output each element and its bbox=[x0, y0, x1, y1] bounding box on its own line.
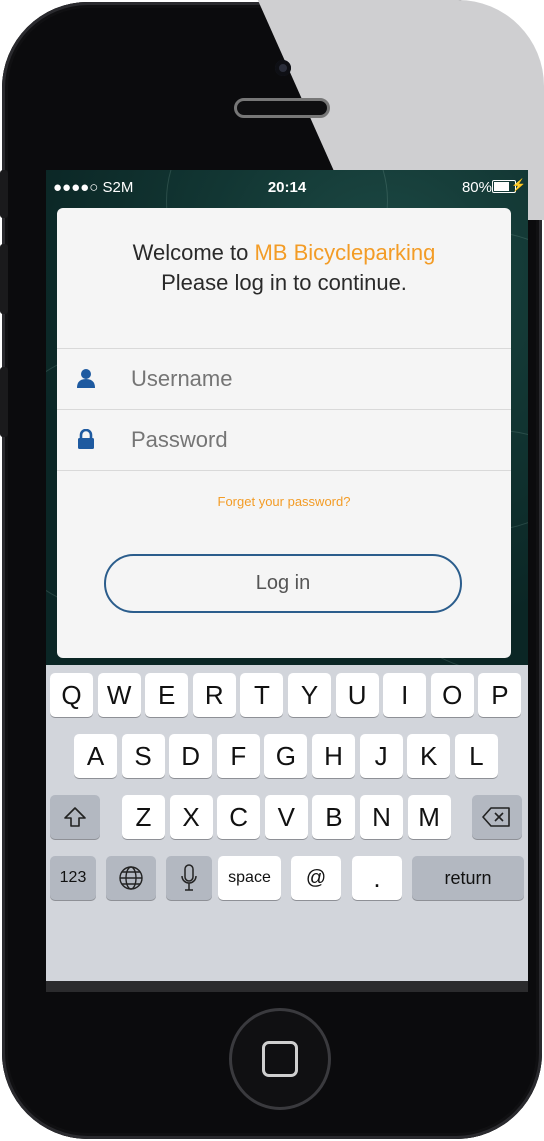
key-i[interactable]: I bbox=[383, 673, 427, 717]
key-r[interactable]: R bbox=[192, 673, 236, 717]
globe-key[interactable] bbox=[106, 856, 156, 900]
brand-name: MB Bicycleparking bbox=[254, 240, 436, 265]
welcome-text: Welcome to MB Bicycleparking Please log … bbox=[57, 238, 511, 298]
key-u[interactable]: U bbox=[335, 673, 379, 717]
speaker-icon bbox=[234, 98, 330, 118]
key-h[interactable]: H bbox=[312, 734, 355, 778]
divider bbox=[57, 470, 511, 471]
key-j[interactable]: J bbox=[359, 734, 403, 778]
dictation-key[interactable] bbox=[166, 856, 212, 900]
welcome-prefix: Welcome to bbox=[132, 240, 255, 265]
key-z[interactable]: Z bbox=[122, 795, 165, 839]
key-y[interactable]: Y bbox=[288, 673, 331, 717]
key-e[interactable]: E bbox=[145, 673, 189, 717]
key-l[interactable]: L bbox=[454, 734, 498, 778]
charging-icon: ⚡ bbox=[511, 178, 526, 192]
shift-key[interactable] bbox=[50, 795, 100, 839]
key-q[interactable]: Q bbox=[50, 673, 93, 717]
key-b[interactable]: B bbox=[312, 795, 356, 839]
volume-down-button bbox=[0, 367, 8, 437]
login-subtitle: Please log in to continue. bbox=[161, 270, 407, 295]
key-g[interactable]: G bbox=[264, 734, 308, 778]
key-f[interactable]: F bbox=[216, 734, 260, 778]
screen: ●●●●○ S2M 20:14 80% ⚡ Welcome to MB Bicy… bbox=[46, 170, 528, 992]
keyboard: QWERTYUIOP ASDFGHJKL ZXCVBNM 123 space @… bbox=[46, 665, 528, 981]
screen-bottom-bezel bbox=[46, 981, 528, 992]
camera-icon bbox=[275, 60, 291, 76]
key-x[interactable]: X bbox=[169, 795, 213, 839]
key-p[interactable]: P bbox=[478, 673, 522, 717]
key-k[interactable]: K bbox=[407, 734, 451, 778]
globe-icon bbox=[119, 866, 143, 890]
microphone-icon bbox=[181, 864, 197, 891]
login-button[interactable]: Log in bbox=[104, 554, 462, 613]
battery-percent: 80% bbox=[461, 179, 492, 196]
key-d[interactable]: D bbox=[169, 734, 213, 778]
lock-icon bbox=[78, 429, 94, 449]
forgot-password-link[interactable]: Forget your password? bbox=[57, 494, 511, 509]
backspace-key[interactable] bbox=[472, 795, 522, 839]
period-key[interactable]: . bbox=[352, 856, 402, 900]
password-row bbox=[57, 409, 511, 470]
user-icon bbox=[77, 369, 95, 388]
key-a[interactable]: A bbox=[74, 734, 117, 778]
key-v[interactable]: V bbox=[264, 795, 308, 839]
mute-switch bbox=[0, 170, 8, 218]
key-s[interactable]: S bbox=[121, 734, 165, 778]
password-input[interactable] bbox=[131, 410, 491, 470]
key-n[interactable]: N bbox=[360, 795, 403, 839]
username-row bbox=[57, 348, 511, 409]
username-input[interactable] bbox=[131, 349, 491, 409]
shift-icon bbox=[64, 807, 86, 827]
backspace-icon bbox=[482, 807, 510, 827]
key-w[interactable]: W bbox=[97, 673, 141, 717]
key-t[interactable]: T bbox=[240, 673, 284, 717]
space-key[interactable]: space bbox=[218, 856, 281, 900]
key-o[interactable]: O bbox=[430, 673, 474, 717]
status-time: 20:14 bbox=[267, 179, 307, 196]
key-m[interactable]: M bbox=[407, 795, 451, 839]
volume-up-button bbox=[0, 244, 8, 314]
return-key[interactable]: return bbox=[412, 856, 524, 900]
status-bar: ●●●●○ S2M 20:14 80% ⚡ bbox=[46, 170, 528, 206]
key-c[interactable]: C bbox=[217, 795, 261, 839]
numbers-key[interactable]: 123 bbox=[50, 856, 96, 900]
login-card: Welcome to MB Bicycleparking Please log … bbox=[57, 208, 511, 658]
at-key[interactable]: @ bbox=[291, 856, 341, 900]
home-button-icon bbox=[262, 1041, 298, 1077]
power-button bbox=[373, 0, 463, 8]
